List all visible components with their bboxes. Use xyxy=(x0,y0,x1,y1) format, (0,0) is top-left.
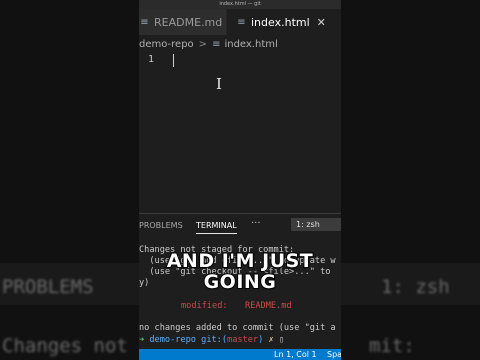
tab-label: index.html xyxy=(251,15,310,29)
breadcrumb-separator: > xyxy=(198,39,208,50)
panel-tab-bar: PROBLEMS TERMINAL ··· 1: zsh xyxy=(139,214,341,236)
breadcrumb-folder[interactable]: demo-repo xyxy=(139,39,194,50)
tab-terminal[interactable]: TERMINAL xyxy=(196,221,237,234)
text-file-icon: ≡ xyxy=(237,16,246,28)
background-right: 1: zsh mit: xyxy=(341,0,480,360)
status-bar: Ln 1, Col 1 Spa xyxy=(139,349,341,360)
text-caret xyxy=(173,54,174,67)
terminal-line: no changes added to commit (use "git a xyxy=(139,323,336,333)
cursor-position[interactable]: Ln 1, Col 1 xyxy=(274,349,317,360)
tab-problems[interactable]: PROBLEMS xyxy=(139,221,183,230)
caption-line: AND I'M JUST xyxy=(166,250,314,273)
tab-readme[interactable]: ≡ README.md xyxy=(139,9,226,35)
line-number: 1 xyxy=(148,54,155,65)
background-left: PROBLEMS Changes not xyxy=(0,0,139,360)
code-editor[interactable]: 1 I xyxy=(139,53,341,213)
tab-index-html[interactable]: ≡ index.html ✕ xyxy=(227,9,341,35)
text-file-icon: ≡ xyxy=(140,16,149,28)
indentation-setting[interactable]: Spa xyxy=(327,349,341,360)
window-title: index.html — git xyxy=(139,0,341,9)
terminal-prompt: ➜ demo-repo git:(master) ✗ ▯ xyxy=(139,335,284,345)
prompt-dir: demo-repo xyxy=(149,335,196,345)
background-text: PROBLEMS xyxy=(2,276,94,298)
close-icon[interactable]: ✕ xyxy=(317,16,326,29)
more-actions-icon[interactable]: ··· xyxy=(251,218,261,229)
terminal-modified-label: modified: xyxy=(181,301,228,311)
tab-label: README.md xyxy=(154,15,223,29)
ibeam-cursor-icon: I xyxy=(216,75,222,93)
prompt-git: git:( xyxy=(201,335,228,345)
breadcrumb: demo-repo > ≡ index.html xyxy=(139,36,341,53)
text-file-icon: ≡ xyxy=(212,39,221,50)
tab-bar: ≡ README.md ≡ index.html ✕ xyxy=(139,9,341,35)
prompt-branch: master xyxy=(227,335,259,345)
background-text: 1: zsh xyxy=(381,276,450,298)
editor-window: index.html — git ≡ README.md ≡ index.htm… xyxy=(139,0,341,360)
terminal-modified-file: README.md xyxy=(245,301,292,311)
video-caption: AND I'M JUST GOING xyxy=(139,250,341,294)
terminal-cursor: ▯ xyxy=(278,335,284,345)
background-text: mit: xyxy=(369,335,415,357)
prompt-dirty-icon: ✗ xyxy=(268,335,274,345)
terminal-select[interactable]: 1: zsh xyxy=(291,218,341,231)
prompt-close: ) xyxy=(258,335,264,345)
prompt-arrow-icon: ➜ xyxy=(139,335,145,345)
caption-line: GOING xyxy=(203,271,277,294)
background-text: Changes not xyxy=(2,335,128,357)
breadcrumb-file[interactable]: index.html xyxy=(224,39,277,50)
